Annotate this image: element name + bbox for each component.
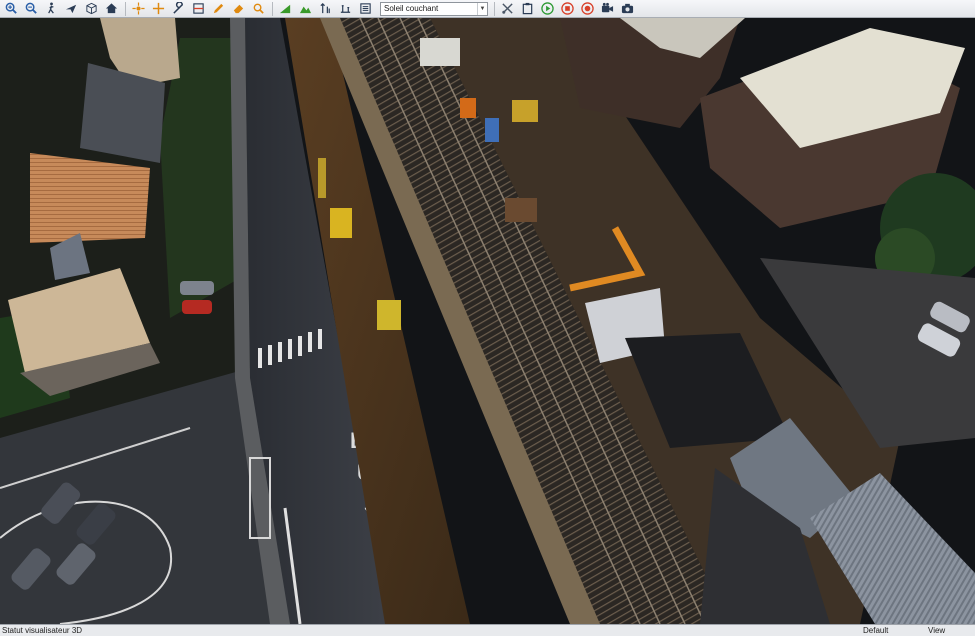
home-button[interactable] — [102, 1, 121, 17]
zoom-in-button[interactable] — [2, 1, 21, 17]
layers-icon — [360, 3, 371, 14]
cross-section-button[interactable] — [189, 1, 208, 17]
walk-button[interactable] — [42, 1, 61, 17]
clipboard-icon — [522, 2, 533, 15]
viewer-status-label: Statut visualisateur 3D — [2, 626, 83, 635]
video-camera-button[interactable] — [598, 1, 617, 17]
excavator — [330, 208, 352, 238]
status-profile: Default — [863, 626, 889, 635]
wrench-icon — [173, 2, 183, 14]
photo-camera-icon — [621, 3, 634, 14]
search-cloud-icon — [253, 3, 264, 14]
house-roof — [30, 153, 150, 243]
toolbar-separator — [272, 1, 273, 16]
site-machine — [460, 98, 476, 118]
site-machine — [512, 100, 538, 122]
measure-slope-button[interactable] — [276, 1, 295, 17]
fly-button[interactable] — [62, 1, 81, 17]
parked-car — [180, 281, 214, 295]
garden — [160, 38, 240, 318]
chevron-down-icon[interactable]: ▼ — [477, 2, 487, 15]
main-toolbar: Soleil couchant ▼ — [0, 0, 975, 18]
photo-camera-button[interactable] — [618, 1, 637, 17]
pick-point-icon — [132, 2, 145, 15]
search-cloud-button[interactable] — [249, 1, 268, 17]
terrain-icon — [299, 6, 312, 14]
lighting-preset-value: Soleil couchant — [384, 4, 439, 13]
excavator — [377, 300, 401, 330]
measure-slope-icon — [279, 4, 291, 14]
point-cloud-viewport[interactable]: B U S — [0, 18, 975, 624]
cut-tool-icon — [502, 3, 513, 14]
walk-icon — [48, 2, 54, 14]
pencil-button[interactable] — [209, 1, 228, 17]
zoom-out-icon — [25, 2, 37, 14]
site-shed — [505, 198, 537, 222]
toolbar-separator — [125, 1, 126, 16]
level-button[interactable] — [336, 1, 355, 17]
crosshair-icon — [152, 2, 165, 15]
fly-icon — [65, 4, 77, 14]
crosshair-button[interactable] — [149, 1, 168, 17]
zoom-in-icon — [5, 2, 17, 14]
cube-view-icon — [86, 2, 97, 15]
wrench-button[interactable] — [169, 1, 188, 17]
layers-button[interactable] — [356, 1, 375, 17]
clipboard-button[interactable] — [518, 1, 537, 17]
video-camera-icon — [601, 2, 614, 13]
pencil-icon — [213, 3, 224, 14]
home-icon — [105, 3, 118, 14]
eraser-button[interactable] — [229, 1, 248, 17]
eraser-icon — [233, 4, 244, 14]
status-view: View — [928, 626, 946, 635]
status-bar: Statut visualisateur 3D Default View — [0, 624, 975, 636]
elevation-icon — [320, 3, 330, 14]
play-icon — [541, 2, 554, 15]
play-button[interactable] — [538, 1, 557, 17]
lighting-preset-select[interactable]: Soleil couchant ▼ — [380, 1, 488, 16]
cross-section-icon — [193, 3, 204, 14]
toolbar-separator — [494, 1, 495, 16]
cube-view-button[interactable] — [82, 1, 101, 17]
record-button[interactable] — [578, 1, 597, 17]
stop-button[interactable] — [558, 1, 577, 17]
excavator-arm — [318, 158, 326, 198]
level-icon — [340, 5, 351, 13]
parked-car — [182, 300, 212, 314]
cut-tool-button[interactable] — [498, 1, 517, 17]
elevation-button[interactable] — [316, 1, 335, 17]
point-cloud-scene[interactable]: B U S — [0, 18, 975, 624]
record-icon — [581, 2, 594, 15]
site-container — [485, 118, 499, 142]
pick-point-button[interactable] — [129, 1, 148, 17]
stop-icon — [561, 2, 574, 15]
terrain-button[interactable] — [296, 1, 315, 17]
zoom-out-button[interactable] — [22, 1, 41, 17]
site-cabin — [420, 38, 460, 66]
